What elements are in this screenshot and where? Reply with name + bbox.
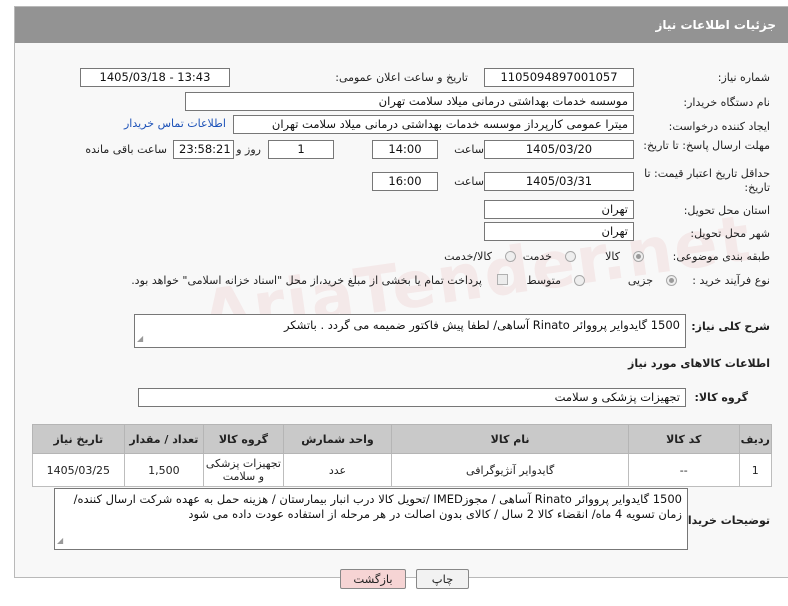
treasury-payment-checkbox[interactable] [497, 274, 508, 285]
category-label: طبقه بندی موضوعی: [672, 250, 770, 263]
province-label: استان محل تحویل: [683, 204, 770, 217]
need-number-field[interactable]: 1105094897001057 [484, 68, 634, 87]
description-label: شرح کلی نیاز: [691, 320, 770, 333]
cell-date: 1405/03/25 [32, 453, 125, 487]
reply-deadline-label: مهلت ارسال پاسخ: تا تاریخ: [643, 139, 770, 152]
resize-grip-icon[interactable]: ◢ [137, 331, 143, 346]
description-textarea[interactable]: 1500 گایدوایر پرووائر Rinato آساهی/ لطفا… [134, 314, 686, 348]
category-service-label: خدمت [522, 250, 552, 263]
goods-table: ردیف کد کالا نام کالا واحد شمارش گروه کا… [32, 424, 773, 487]
cell-code: -- [627, 453, 740, 487]
remaining-days-field[interactable]: 1 [268, 140, 334, 159]
process-minor-radio[interactable] [666, 275, 677, 286]
col-unit: واحد شمارش [282, 424, 393, 454]
category-goods-service-label: کالا/خدمت [444, 250, 492, 263]
goods-group-label: گروه کالا: [694, 391, 748, 404]
col-name: نام کالا [391, 424, 629, 454]
reply-date-field[interactable]: 1405/03/20 [484, 140, 634, 159]
cell-group: تجهیزات پزشکی و سلامت [203, 453, 284, 487]
category-goods-radio[interactable] [633, 251, 644, 262]
process-minor-label: جزیی [627, 274, 653, 287]
resize-grip-icon[interactable]: ◢ [57, 533, 63, 548]
buyer-notes-text: 1500 گایدوایر پرووائر Rinato آساهی / مجو… [73, 492, 682, 521]
goods-section-title: اطلاعات کالاهای مورد نیاز [628, 357, 770, 370]
goods-group-field[interactable]: تجهیزات پزشکی و سلامت [138, 388, 686, 407]
cell-row: 1 [738, 453, 773, 487]
treasury-payment-note: پرداخت تمام یا بخشی از مبلغ خرید،از محل … [131, 274, 482, 287]
category-goods-service-radio[interactable] [505, 251, 516, 262]
panel-header: جزئیات اطلاعات نیاز [15, 7, 788, 43]
buyer-contact-link[interactable]: اطلاعات تماس خریدار [124, 117, 226, 130]
buyer-org-label: نام دستگاه خریدار: [683, 96, 770, 109]
col-code: کد کالا [627, 424, 740, 454]
goods-table-header: ردیف کد کالا نام کالا واحد شمارش گروه کا… [32, 424, 773, 454]
process-medium-label: متوسط [526, 274, 561, 287]
back-button[interactable]: بازگشت [340, 569, 406, 589]
category-service-radio[interactable] [565, 251, 576, 262]
col-qty: تعداد / مقدار [123, 424, 205, 454]
city-field[interactable]: تهران [484, 222, 634, 241]
remaining-time-field[interactable]: 23:58:21 [173, 140, 234, 159]
price-time-label: ساعت [454, 175, 484, 188]
days-label: روز و [236, 143, 261, 156]
price-validity-label: حداقل تاریخ اعتبار قیمت: تا تاریخ: [644, 167, 770, 194]
cell-qty: 1,500 [123, 453, 205, 487]
description-text: 1500 گایدوایر پرووائر Rinato آساهی/ لطفا… [283, 318, 680, 332]
city-label: شهر محل تحویل: [690, 227, 770, 240]
col-group: گروه کالا [203, 424, 284, 454]
requester-field[interactable]: میترا عمومی کارپرداز موسسه خدمات بهداشتی… [233, 115, 634, 134]
province-field[interactable]: تهران [484, 200, 634, 219]
announce-datetime-field[interactable]: 1405/03/18 - 13:43 [80, 68, 230, 87]
reply-time-field[interactable]: 14:00 [372, 140, 438, 159]
buyer-org-field[interactable]: موسسه خدمات بهداشتی درمانی میلاد سلامت ت… [185, 92, 634, 111]
remaining-time-label: ساعت باقی مانده [85, 143, 167, 156]
buyer-notes-label: توضیحات خریدار: [677, 514, 770, 527]
col-row: ردیف [738, 424, 773, 454]
process-medium-radio[interactable] [574, 275, 585, 286]
reply-time-label: ساعت [454, 143, 484, 156]
table-row: 1 -- گایدوایر آنژیوگرافی عدد تجهیزات پزش… [32, 453, 773, 487]
cell-name: گایدوایر آنژیوگرافی [391, 453, 629, 487]
panel-title: جزئیات اطلاعات نیاز [655, 18, 776, 32]
need-number-label: شماره نیاز: [717, 71, 770, 84]
requester-label: ایجاد کننده درخواست: [668, 120, 770, 133]
category-goods-label: کالا [605, 250, 620, 263]
price-date-field[interactable]: 1405/03/31 [484, 172, 634, 191]
cell-unit: عدد [282, 453, 393, 487]
buyer-notes-textarea[interactable]: 1500 گایدوایر پرووائر Rinato آساهی / مجو… [54, 488, 688, 550]
announce-datetime-label: تاریخ و ساعت اعلان عمومی: [335, 71, 468, 84]
print-button[interactable]: چاپ [416, 569, 469, 589]
col-date: تاریخ نیاز [32, 424, 125, 454]
price-time-field[interactable]: 16:00 [372, 172, 438, 191]
process-label: نوع فرآیند خرید : [692, 274, 770, 287]
